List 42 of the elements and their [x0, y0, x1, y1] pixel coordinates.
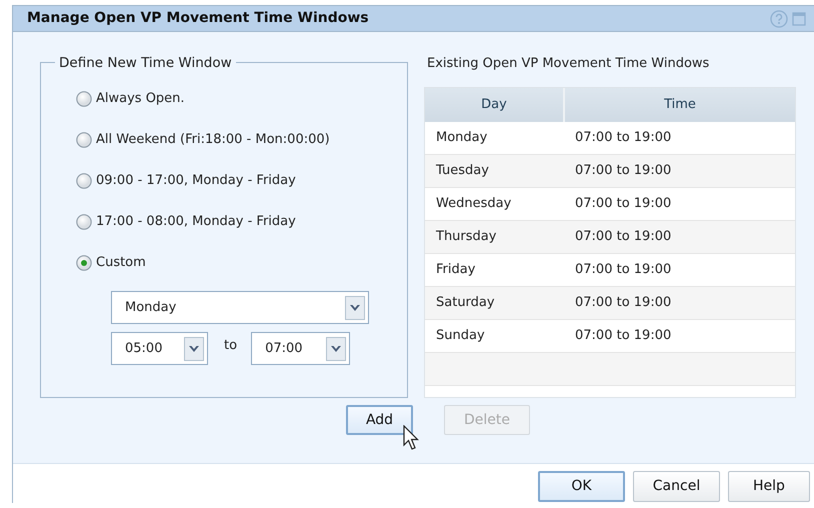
chevron-down-icon — [188, 344, 200, 354]
option-label: Always Open. — [96, 90, 185, 108]
table-cell-text: Thursday — [435, 228, 498, 246]
table-cell-text: Friday — [435, 261, 476, 280]
table-cell-text: 07:00 to 19:00 — [574, 195, 672, 214]
table-cell-text: Wednesday — [435, 195, 512, 214]
chevron-down-icon — [330, 344, 342, 354]
table-cell-text: Sunday — [435, 327, 486, 346]
radio-button[interactable] — [76, 214, 92, 230]
option-label: 09:00 - 17:00, Monday - Friday — [96, 172, 296, 190]
table-cell-text: Saturday — [435, 294, 496, 312]
end-time-dropdown[interactable]: 07:00 — [251, 332, 350, 365]
option-label: 17:00 - 08:00, Monday - Friday — [96, 213, 296, 232]
to-label: to — [224, 337, 238, 355]
option-label: Custom — [96, 254, 146, 272]
table-cell-text: 07:00 to 19:00 — [574, 294, 672, 312]
start-time-dropdown[interactable]: 05:00 — [111, 332, 208, 365]
table-cell-text: 07:00 to 19:00 — [574, 162, 672, 180]
column-header[interactable]: Day — [425, 88, 565, 122]
mouse-cursor-icon — [403, 425, 419, 451]
table-cell-text: Monday — [435, 129, 488, 148]
window-title: Manage Open VP Movement Time Windows — [27, 9, 370, 28]
help-icon[interactable] — [770, 10, 788, 28]
day-dropdown[interactable]: Monday — [111, 291, 369, 324]
table-cell-text: Tuesday — [435, 162, 490, 180]
table-cell-text: 07:00 to 19:00 — [574, 327, 672, 346]
option-label: All Weekend (Fri:18:00 - Mon:00:00) — [96, 131, 330, 150]
dialog-button[interactable]: Cancel — [633, 471, 720, 502]
table-cell-text: 07:00 to 19:00 — [574, 261, 672, 280]
maximize-icon[interactable] — [792, 12, 806, 26]
radio-button[interactable] — [76, 173, 92, 189]
radio-button[interactable] — [76, 255, 92, 271]
chevron-down-icon — [349, 302, 361, 312]
table-cell-text: 07:00 to 19:00 — [574, 129, 672, 148]
column-header[interactable]: Time — [565, 88, 795, 122]
dialog-button[interactable]: OK — [538, 471, 625, 502]
radio-button[interactable] — [76, 91, 92, 107]
table-cell-text: 07:00 to 19:00 — [574, 228, 672, 246]
radio-button[interactable] — [76, 132, 92, 148]
table-title: Existing Open VP Movement Time Windows — [427, 55, 710, 73]
dialog-button[interactable]: Help — [728, 471, 810, 502]
action-button[interactable]: Add — [346, 405, 413, 435]
